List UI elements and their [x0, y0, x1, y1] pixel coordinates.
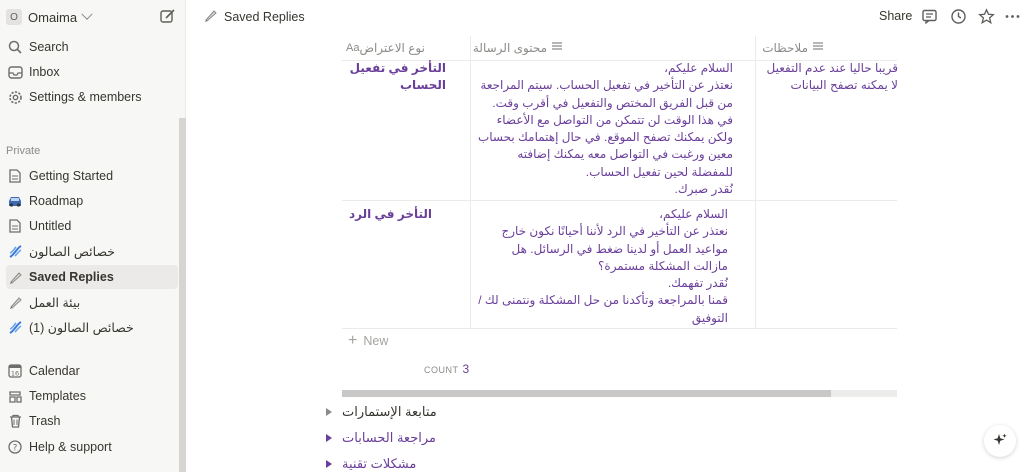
templates-icon: [6, 387, 24, 405]
table-cell-message[interactable]: السلام عليكم، نعتذر عن التأخير في الرد ل…: [475, 206, 728, 327]
text-lines-icon: [551, 41, 563, 55]
sidebar-scrollbar[interactable]: [179, 118, 186, 472]
calendar-icon: 16: [6, 362, 24, 380]
sidebar-item-calendar[interactable]: 16 Calendar: [6, 359, 178, 383]
row-divider: [342, 200, 897, 201]
sidebar-item-label: Getting Started: [29, 169, 114, 183]
sidebar-item-templates[interactable]: Templates: [6, 384, 178, 408]
help-icon: ?: [6, 438, 24, 456]
column-header-message-content[interactable]: محتوى الرسالة: [470, 36, 563, 60]
page-icon: [6, 167, 24, 185]
svg-text:16: 16: [11, 370, 19, 378]
sidebar: O Omaima Search Inbox Settings & members…: [0, 0, 186, 472]
clock-icon[interactable]: [950, 8, 967, 25]
sidebar-page-salon-features[interactable]: خصائص الصالون: [6, 239, 178, 263]
star-icon[interactable]: [978, 8, 995, 25]
toggle-technical-issues[interactable]: مشكلات تقنية: [326, 456, 416, 472]
workspace-name: Omaima: [28, 9, 78, 25]
dna-icon: [6, 318, 24, 336]
row-divider: [342, 328, 897, 329]
toggle-triangle-icon[interactable]: [326, 408, 332, 416]
sidebar-item-label: خصائص الصالون (1): [29, 320, 134, 335]
sidebar-item-label: خصائص الصالون: [29, 244, 116, 259]
sidebar-page-getting-started[interactable]: Getting Started: [6, 164, 178, 188]
pen-icon: [6, 268, 24, 286]
table-cell-notes[interactable]: قريبا حاليا عند عدم التفعيل لا يمكنه تصف…: [760, 60, 898, 94]
workspace-avatar: O: [6, 9, 22, 25]
text-lines-icon: [812, 41, 824, 55]
sidebar-page-work-environment[interactable]: بيئة العمل: [6, 290, 178, 314]
column-header-label: نوع الاعتراض: [359, 41, 425, 55]
sidebar-item-label: Templates: [29, 389, 86, 403]
column-header-label: ملاحظات: [762, 41, 808, 55]
toggle-label: مشكلات تقنية: [342, 456, 417, 471]
count-calculation[interactable]: COUNT 3: [424, 362, 469, 376]
text-property-icon: Aa: [346, 42, 360, 54]
share-button[interactable]: Share: [879, 9, 912, 23]
svg-text:?: ?: [13, 444, 18, 454]
toggle-triangle-icon[interactable]: [326, 434, 332, 442]
count-label: COUNT: [424, 365, 459, 375]
new-row-label: New: [363, 334, 389, 348]
table-cell-title[interactable]: التأخر في تفعيل الحساب: [348, 60, 446, 94]
sidebar-page-salon-features-1[interactable]: خصائص الصالون (1): [6, 315, 178, 339]
sparkle-icon: [992, 432, 1008, 451]
car-icon: [6, 192, 24, 210]
pen-icon: [6, 293, 24, 311]
new-row-button[interactable]: + New: [348, 332, 389, 349]
sidebar-item-label: Trash: [29, 414, 61, 428]
toggle-label: متابعة الإستمارات: [342, 404, 437, 419]
more-icon[interactable]: [1004, 8, 1021, 25]
inbox-icon: [6, 63, 24, 81]
sidebar-item-help[interactable]: ? Help & support: [6, 435, 178, 459]
sidebar-item-label: Roadmap: [29, 194, 84, 208]
sidebar-item-label: Help & support: [29, 440, 112, 454]
column-header-notes[interactable]: ملاحظات: [755, 36, 824, 60]
toggle-form-followup[interactable]: متابعة الإستمارات: [326, 404, 437, 420]
toggle-account-review[interactable]: مراجعة الحسابات: [326, 430, 436, 446]
section-label-private[interactable]: Private: [6, 145, 40, 157]
table-scrollbar-thumb[interactable]: [342, 390, 831, 397]
table-cell-title[interactable]: التأخر في الرد: [348, 206, 432, 223]
sidebar-page-saved-replies[interactable]: Saved Replies: [6, 265, 178, 289]
comment-icon[interactable]: [921, 8, 938, 25]
sidebar-page-roadmap[interactable]: Roadmap: [6, 189, 178, 213]
toggle-label: مراجعة الحسابات: [342, 430, 436, 445]
sidebar-page-untitled[interactable]: Untitled: [6, 214, 178, 238]
sidebar-item-label: Untitled: [29, 219, 72, 233]
sidebar-item-search[interactable]: Search: [6, 35, 178, 59]
pen-icon: [203, 8, 218, 26]
table-cell-message[interactable]: السلام عليكم، نعتذر عن التأخير في تفعيل …: [475, 60, 733, 198]
breadcrumb-title: Saved Replies: [224, 10, 305, 24]
workspace-switcher[interactable]: O Omaima: [6, 8, 93, 26]
trash-icon: [6, 412, 24, 430]
ai-assistant-button[interactable]: [984, 425, 1016, 457]
toggle-triangle-icon[interactable]: [326, 460, 332, 468]
sidebar-item-label: Search: [29, 40, 69, 54]
column-header-objection-type[interactable]: نوع الاعتراض Aa: [342, 36, 460, 60]
plus-icon: +: [348, 332, 358, 349]
sidebar-item-inbox[interactable]: Inbox: [6, 60, 178, 84]
sidebar-item-label: بيئة العمل: [29, 295, 81, 310]
new-page-icon[interactable]: [159, 8, 176, 25]
sidebar-item-label: Calendar: [29, 364, 80, 378]
chevron-down-icon: [81, 8, 93, 20]
sidebar-item-label: Inbox: [29, 65, 60, 79]
count-value: 3: [462, 362, 470, 376]
column-header-label: محتوى الرسالة: [472, 41, 547, 55]
gear-icon: [6, 88, 24, 106]
breadcrumb[interactable]: Saved Replies: [203, 8, 305, 26]
search-icon: [6, 38, 24, 56]
sidebar-item-label: Settings & members: [29, 90, 142, 104]
sidebar-item-settings[interactable]: Settings & members: [6, 85, 178, 109]
page-icon: [6, 217, 24, 235]
sidebar-item-label: Saved Replies: [29, 270, 114, 284]
dna-icon: [6, 242, 24, 260]
topbar: Saved Replies Share: [186, 0, 1024, 34]
column-divider: [755, 36, 756, 329]
column-divider: [470, 36, 471, 329]
sidebar-item-trash[interactable]: Trash: [6, 409, 178, 433]
